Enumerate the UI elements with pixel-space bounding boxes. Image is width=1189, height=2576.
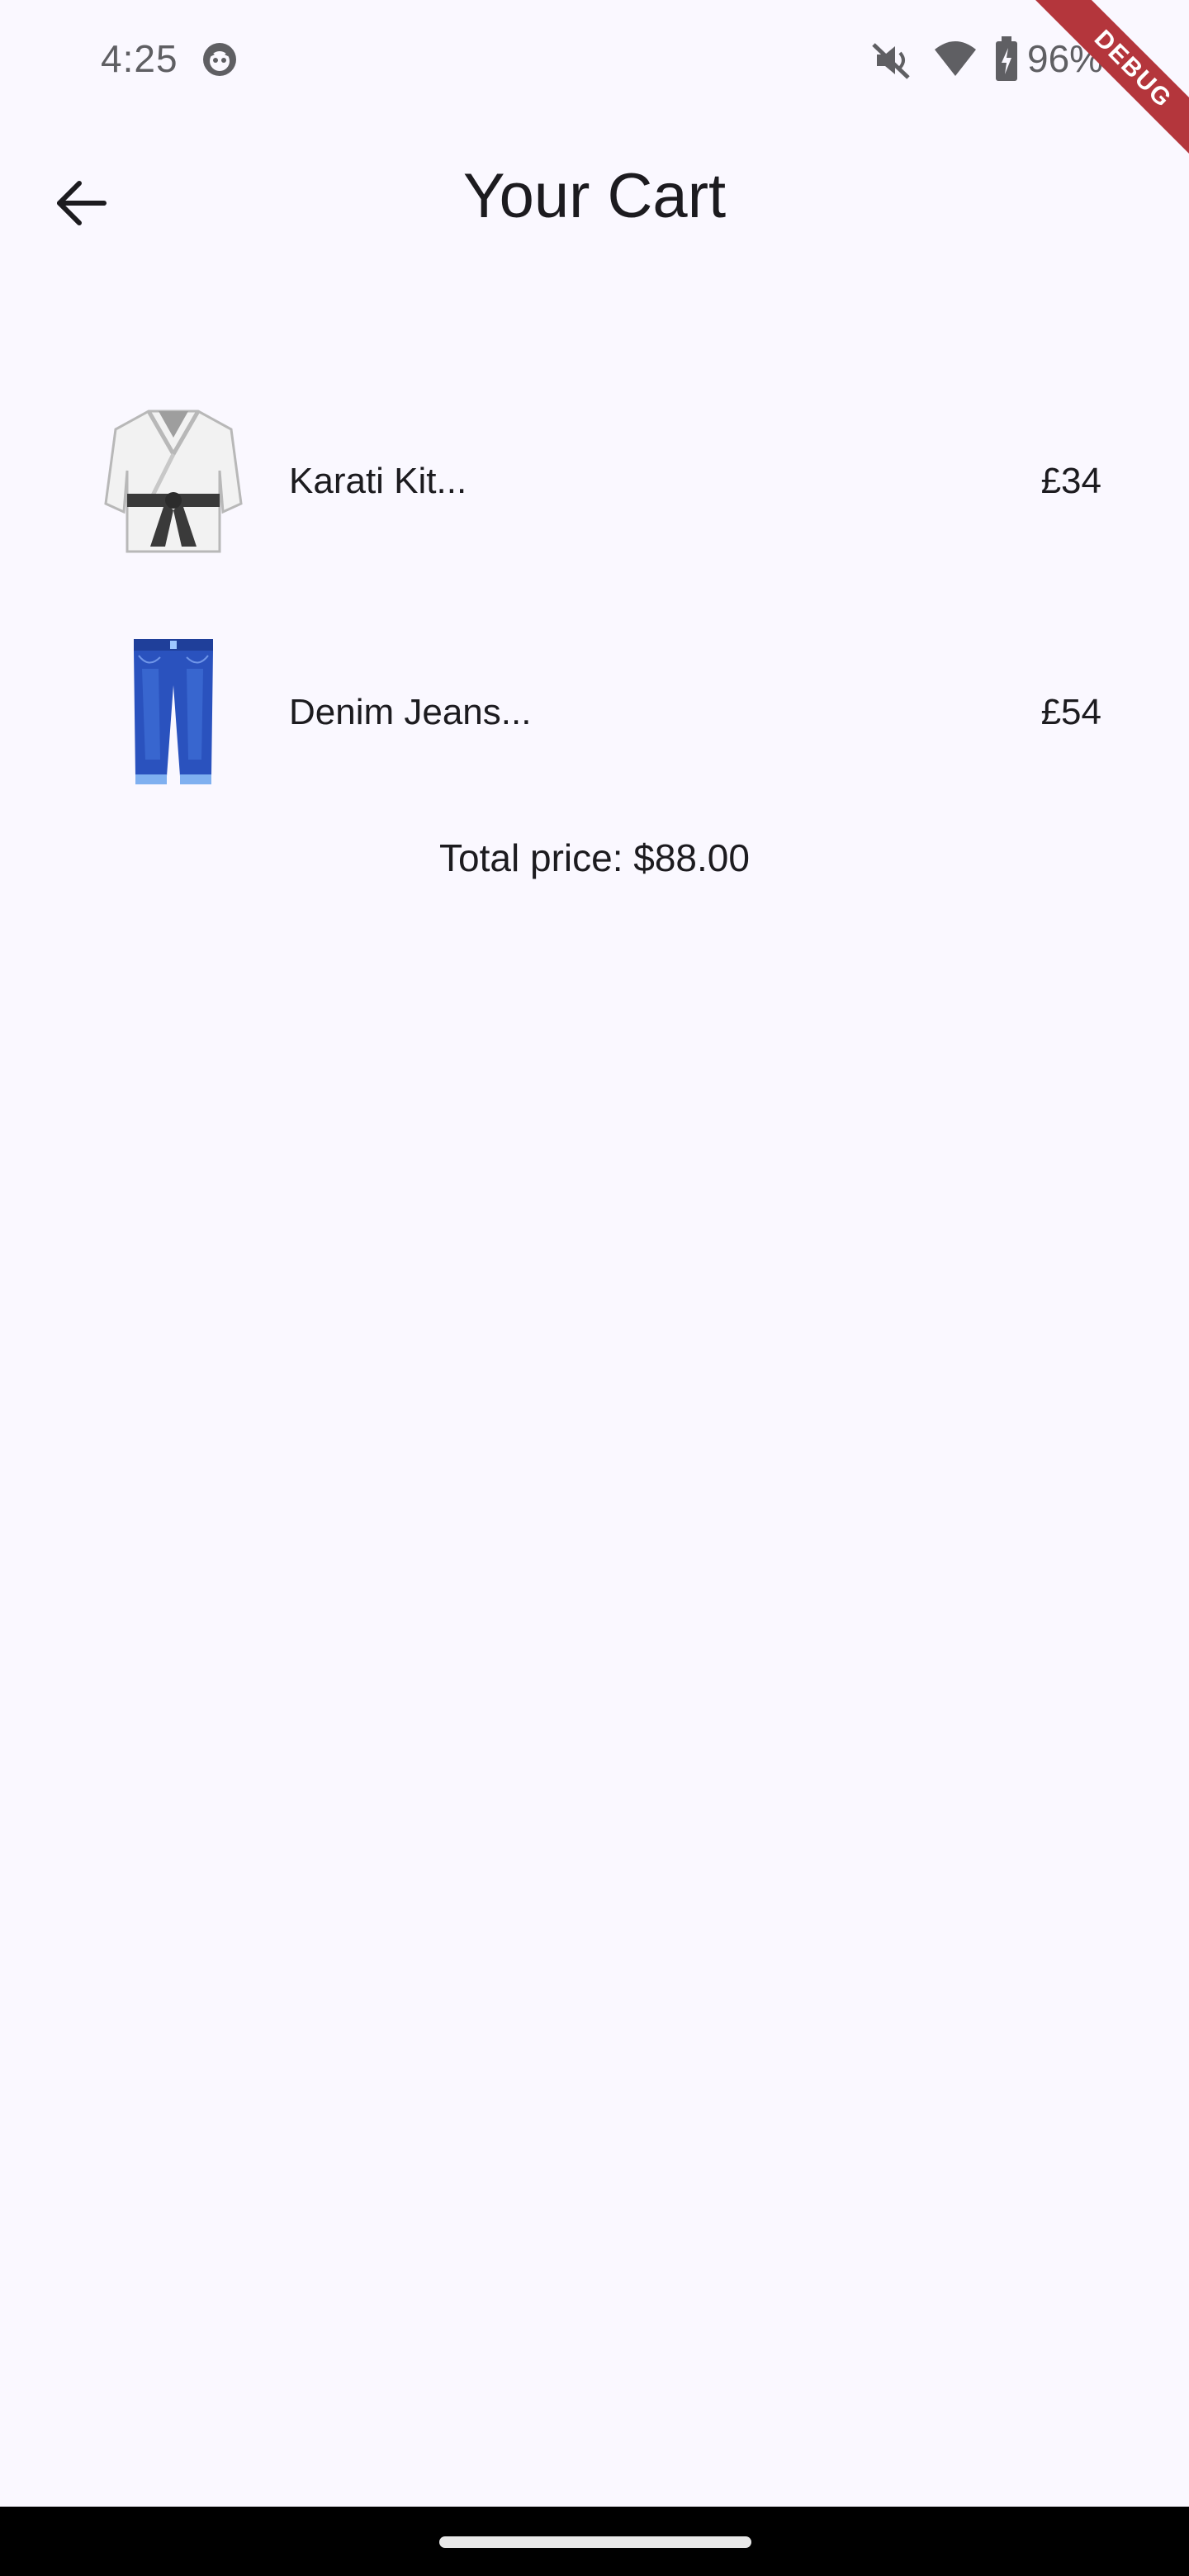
status-time: 4:25 [101, 37, 178, 80]
app-bar: Your Cart [0, 124, 1189, 272]
system-navigation-bar [0, 2507, 1189, 2576]
cart-list: Karati Kit... £34 Denim Jeans... £54 [0, 396, 1189, 859]
app-notification-icon [201, 41, 238, 78]
item-name: Denim Jeans... [289, 692, 532, 732]
item-price: £54 [1040, 692, 1101, 732]
cart-item[interactable]: Denim Jeans... £54 [0, 627, 1189, 801]
home-gesture-handle[interactable] [439, 2536, 751, 2548]
martial-arts-uniform-icon [99, 405, 248, 561]
item-name: Karati Kit... [289, 461, 467, 501]
wifi-icon [933, 40, 978, 79]
jeans-icon [99, 636, 248, 793]
item-price: £34 [1040, 461, 1101, 501]
total-price: Total price: $88.00 [439, 836, 750, 879]
cart-item[interactable]: Karati Kit... £34 [0, 396, 1189, 570]
page-title: Your Cart [462, 161, 727, 231]
mute-icon [870, 40, 912, 81]
